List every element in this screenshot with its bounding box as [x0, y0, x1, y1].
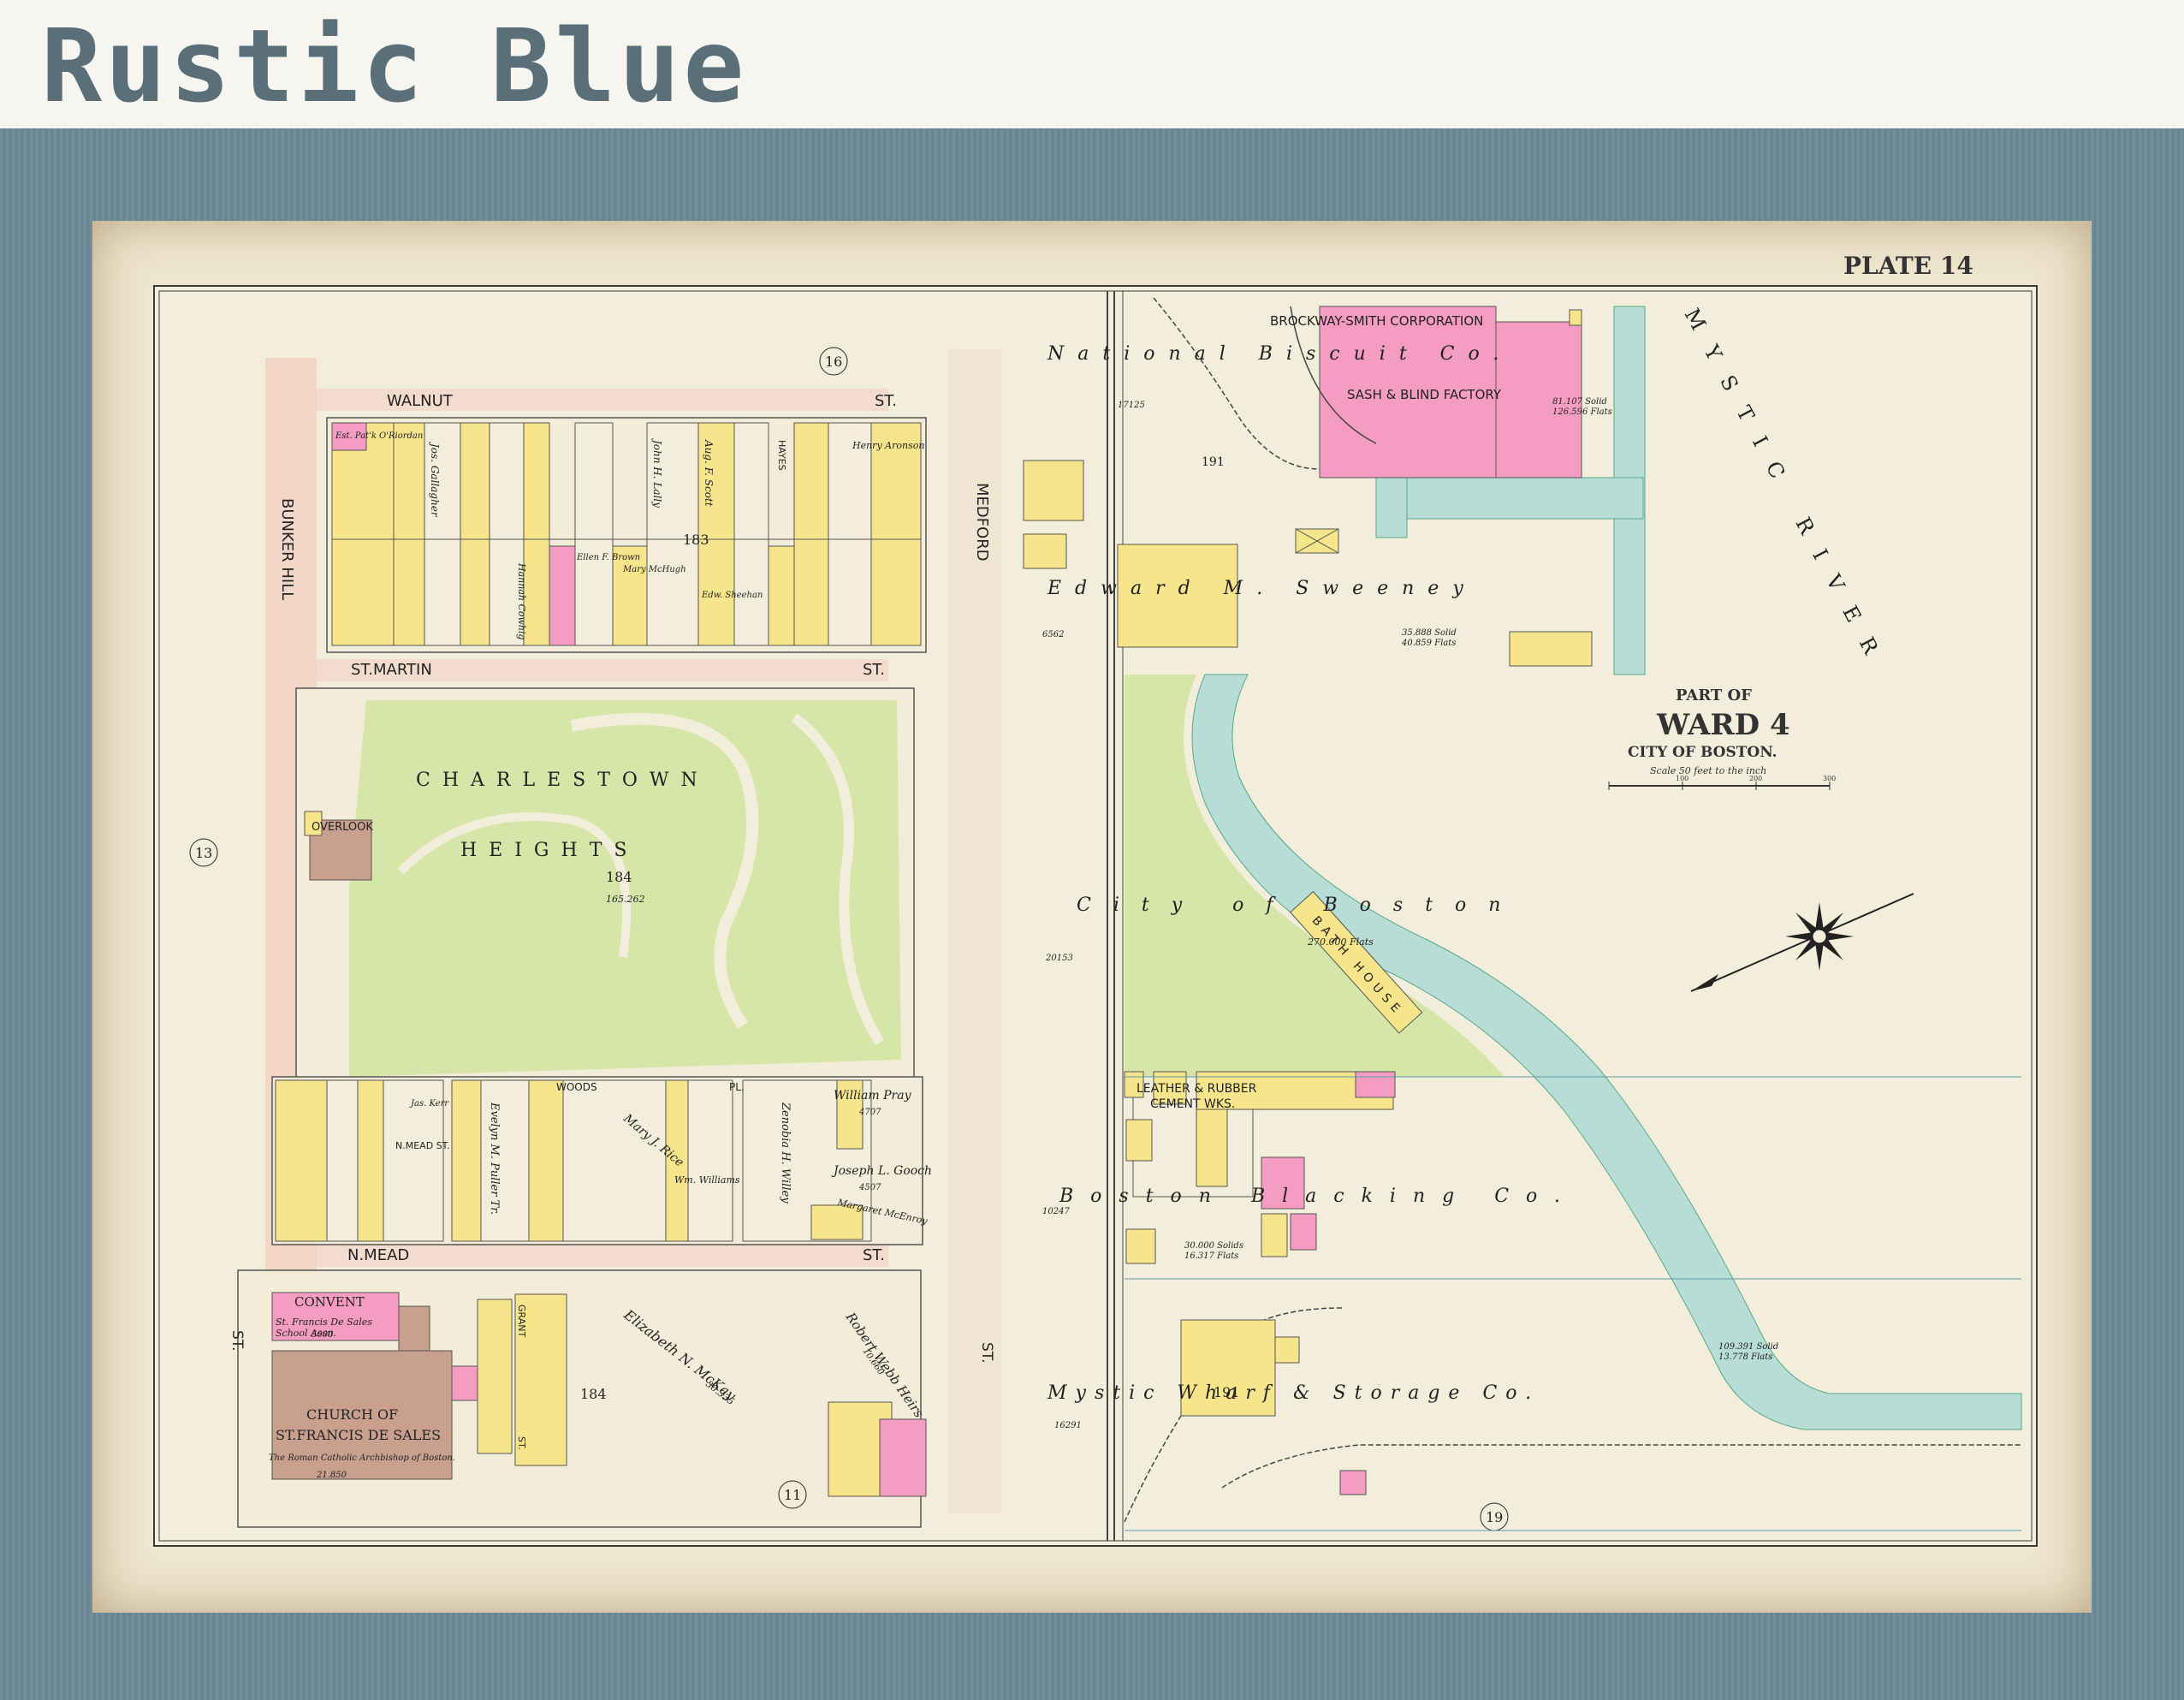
n-mead-inner: N.MEAD ST.: [395, 1140, 450, 1151]
leather-label: LEATHER & RUBBER: [1137, 1082, 1257, 1096]
svg-text:200: 200: [1749, 775, 1762, 782]
aug-scott: Aug. F. Scott: [703, 439, 715, 507]
wharf-block-number: 191: [1214, 1384, 1240, 1400]
woods-pl: WOODS: [556, 1081, 597, 1093]
bunker-hill-label: BUNKER HILL: [278, 498, 296, 600]
church-label-1: CHURCH OF: [306, 1406, 398, 1423]
mat: OVERLOOK CHARLESTOWN HEIGHTS 184 165.262…: [92, 221, 2092, 1613]
st-left-label: ST.: [228, 1330, 246, 1352]
church-label-2: ST.FRANCIS DE SALES: [276, 1427, 441, 1443]
hannah-cowhig: Hannah Cowhig: [516, 562, 527, 640]
ellen-brown: Ellen F. Brown: [576, 553, 640, 562]
walnut-st-label: ST.: [875, 392, 897, 410]
est-riordan: Est. Pat'k O'Riordan: [335, 431, 423, 441]
joseph-gooch: Joseph L. Gooch: [831, 1164, 932, 1178]
grant-st-suffix: ST.: [516, 1436, 527, 1450]
sweeney-area: 35.888 Solid 40.859 Flats: [1401, 628, 1457, 648]
cement-label: CEMENT WKS.: [1150, 1097, 1235, 1111]
wm-williams: Wm. Williams: [674, 1174, 740, 1186]
church-owner: The Roman Catholic Archbishop of Boston.: [269, 1453, 455, 1463]
church-area: 21.850: [316, 1471, 347, 1480]
area-10247: 10247: [1042, 1207, 1070, 1216]
national-biscuit: National Biscuit Co.: [1047, 343, 1512, 365]
park-area: 165.262: [606, 894, 645, 905]
page-title: Rustic Blue: [41, 7, 748, 125]
wharf-area: 109.391 Solid 13.778 Flats: [1718, 1342, 1778, 1362]
st-medford-label: ST.: [978, 1342, 995, 1364]
blacking-area: 30.000 Solids 16.317 Flats: [1184, 1241, 1243, 1261]
brockway-label: BROCKWAY-SMITH CORPORATION: [1270, 313, 1483, 329]
svg-text:100: 100: [1676, 775, 1688, 782]
svg-text:16: 16: [825, 354, 842, 370]
sweeney-label: Edward M. Sweeney: [1047, 578, 1477, 599]
convent-area: 5000: [312, 1330, 334, 1340]
sweeney-small: 6562: [1042, 630, 1064, 639]
evelyn: Evelyn M. Puller Tr.: [488, 1102, 501, 1215]
lower-block-number: 184: [580, 1386, 607, 1402]
park-block-number: 184: [606, 869, 632, 885]
area-20153: 20153: [1045, 954, 1073, 963]
william-pray: William Pray: [834, 1089, 912, 1103]
svg-text:13: 13: [195, 845, 212, 861]
ward-number: WARD 4: [1656, 708, 1790, 742]
joseph-area: 4507: [858, 1183, 881, 1192]
svg-text:300: 300: [1823, 775, 1836, 782]
area-16291: 16291: [1054, 1421, 1082, 1430]
svg-text:19: 19: [1486, 1509, 1503, 1525]
city-of-boston-label: City of Boston: [1077, 895, 1522, 916]
n-mead-st-label: ST.: [863, 1246, 885, 1264]
convent-label: CONVENT: [294, 1294, 365, 1310]
st-martin-st-label: ST.: [863, 661, 885, 679]
medford-label: MEDFORD: [973, 483, 991, 562]
st-martin-label: ST.MARTIN: [351, 661, 432, 679]
woods-pl-suffix: PL.: [729, 1081, 745, 1093]
blacking-label: Boston Blacking Co.: [1059, 1186, 1577, 1207]
hayes: HAYES: [776, 440, 787, 471]
jas-kerr: Jas. Kerr: [409, 1099, 449, 1109]
upper-block-number: 183: [683, 532, 709, 548]
ward-part-of: PART OF: [1676, 687, 1752, 704]
map: OVERLOOK CHARLESTOWN HEIGHTS 184 165.262…: [153, 252, 2038, 1547]
park-name-line1: CHARLESTOWN: [416, 770, 709, 791]
walnut-street: [272, 389, 888, 411]
park-name-line2: HEIGHTS: [460, 840, 638, 861]
william-pray-area: 4707: [858, 1108, 881, 1117]
wharf-label: Mystic Wharf & Storage Co.: [1047, 1382, 1540, 1404]
edward-sheehan: Edw. Sheehan: [701, 591, 763, 600]
plate-number: PLATE 14: [1843, 252, 1973, 280]
sash-label: SASH & BLIND FACTORY: [1347, 387, 1502, 402]
ward-city: CITY OF BOSTON.: [1628, 744, 1777, 761]
area-17125: 17125: [1118, 401, 1145, 410]
walnut-label: WALNUT: [387, 392, 454, 410]
grant-st-label: GRANT: [516, 1305, 527, 1337]
zenobia: Zenobia H. Willey: [779, 1102, 792, 1204]
overlook-label: OVERLOOK: [312, 821, 373, 834]
city-flats: 270.000 Flats: [1307, 936, 1374, 948]
john-lally: John H. Lally: [651, 437, 663, 508]
svg-text:11: 11: [784, 1487, 801, 1503]
biscuit-area: 81.107 Solid 126.596 Flats: [1552, 397, 1612, 417]
biscuit-block-number: 191: [1202, 455, 1225, 469]
henry-aronson: Henry Aronson: [852, 440, 924, 451]
jos-gallagher: Jos. Gallagher: [429, 441, 441, 518]
mary-mchugh: Mary McHugh: [622, 565, 686, 574]
n-mead-label: N.MEAD: [347, 1246, 409, 1264]
